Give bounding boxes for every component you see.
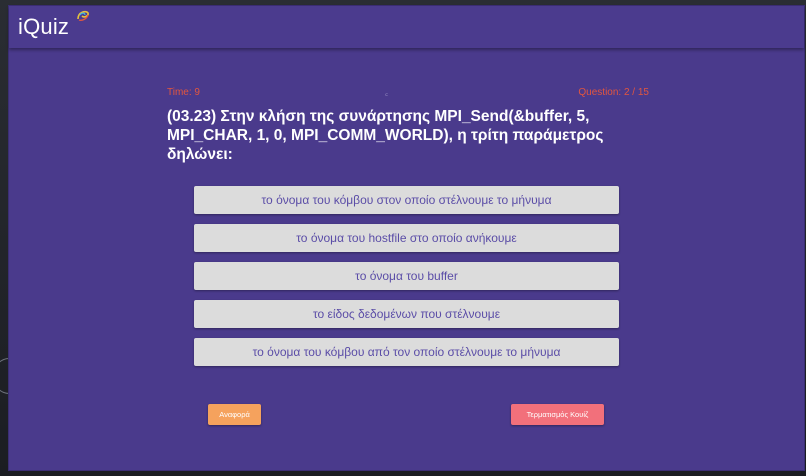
quiz-app-window: iQuiz Time: 9 ꜀ Question: 2 / 15 (03.23)… bbox=[9, 6, 804, 470]
background-decoration bbox=[0, 358, 9, 394]
answer-option-3[interactable]: το όνομα του buffer bbox=[194, 262, 619, 290]
app-logo-text: iQuiz bbox=[18, 14, 70, 39]
answer-option-2[interactable]: το όνομα του hostfile στο οποίο ανήκουμε bbox=[194, 224, 619, 252]
question-text: (03.23) Στην κλήση της συνάρτησης MPI_Se… bbox=[167, 108, 604, 163]
end-quiz-button[interactable]: Τερματισμός Κουίζ bbox=[511, 404, 604, 425]
swirl-logo-icon bbox=[77, 10, 89, 21]
answer-option-4[interactable]: το είδος δεδομένων που στέλνουμε bbox=[194, 300, 619, 328]
loading-indicator: ꜀ bbox=[385, 87, 389, 97]
report-button[interactable]: Αναφορά bbox=[208, 404, 261, 425]
question-progress: Question: 2 / 15 bbox=[578, 87, 649, 98]
answer-list: το όνομα του κόμβου στον οποίο στέλνουμε… bbox=[194, 186, 619, 376]
answer-option-1[interactable]: το όνομα του κόμβου στον οποίο στέλνουμε… bbox=[194, 186, 619, 214]
top-app-bar: iQuiz bbox=[9, 6, 804, 48]
timer-text: Time: 9 bbox=[167, 87, 200, 98]
answer-option-5[interactable]: το όνομα του κόμβου από τον οποίο στέλνο… bbox=[194, 338, 619, 366]
